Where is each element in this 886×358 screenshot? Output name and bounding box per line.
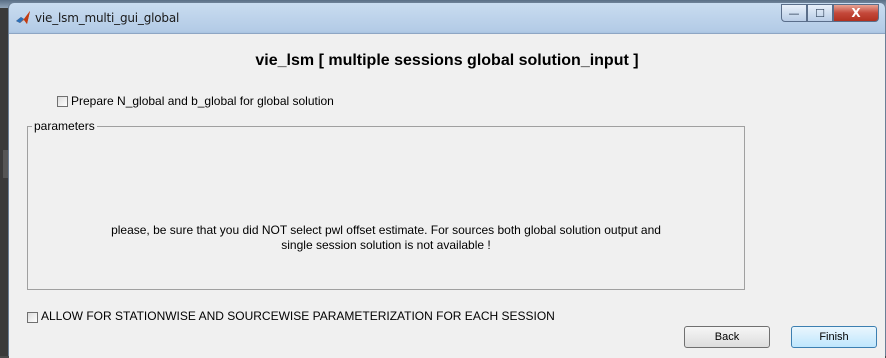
app-window: vie_lsm_multi_gui_global — ☐ X vie_lsm [… bbox=[8, 2, 886, 358]
minimize-button[interactable]: — bbox=[781, 4, 807, 22]
window-title: vie_lsm_multi_gui_global bbox=[35, 11, 180, 25]
notice-line-1: please, be sure that you did NOT select … bbox=[111, 223, 661, 237]
minimize-icon: — bbox=[788, 6, 800, 20]
close-button[interactable]: X bbox=[833, 4, 879, 22]
back-button[interactable]: Back bbox=[684, 326, 770, 348]
maximize-icon: ☐ bbox=[815, 6, 825, 20]
prepare-global-checkbox[interactable] bbox=[57, 96, 68, 107]
window-client-area: vie_lsm [ multiple sessions global solut… bbox=[9, 33, 885, 358]
title-bar[interactable]: vie_lsm_multi_gui_global — ☐ X bbox=[9, 3, 885, 33]
matlab-app-icon bbox=[16, 11, 30, 24]
finish-button[interactable]: Finish bbox=[791, 326, 877, 348]
window-controls: — ☐ X bbox=[781, 4, 879, 24]
background-desktop-edge bbox=[0, 0, 8, 356]
parameters-group-title: parameters bbox=[32, 119, 97, 133]
prepare-global-checkbox-label[interactable]: Prepare N_global and b_global for global… bbox=[71, 94, 334, 108]
notice-line-2: single session solution is not available… bbox=[281, 238, 491, 252]
parameters-group: parameters please, be sure that you did … bbox=[27, 119, 745, 290]
maximize-button[interactable]: ☐ bbox=[807, 4, 833, 22]
parameters-notice: please, be sure that you did NOT select … bbox=[28, 223, 744, 253]
page-heading: vie_lsm [ multiple sessions global solut… bbox=[255, 52, 639, 69]
allow-parameterization-checkbox-label[interactable]: ALLOW FOR STATIONWISE AND SOURCEWISE PAR… bbox=[41, 309, 555, 323]
allow-parameterization-checkbox[interactable] bbox=[27, 312, 38, 323]
close-icon: X bbox=[851, 6, 861, 20]
